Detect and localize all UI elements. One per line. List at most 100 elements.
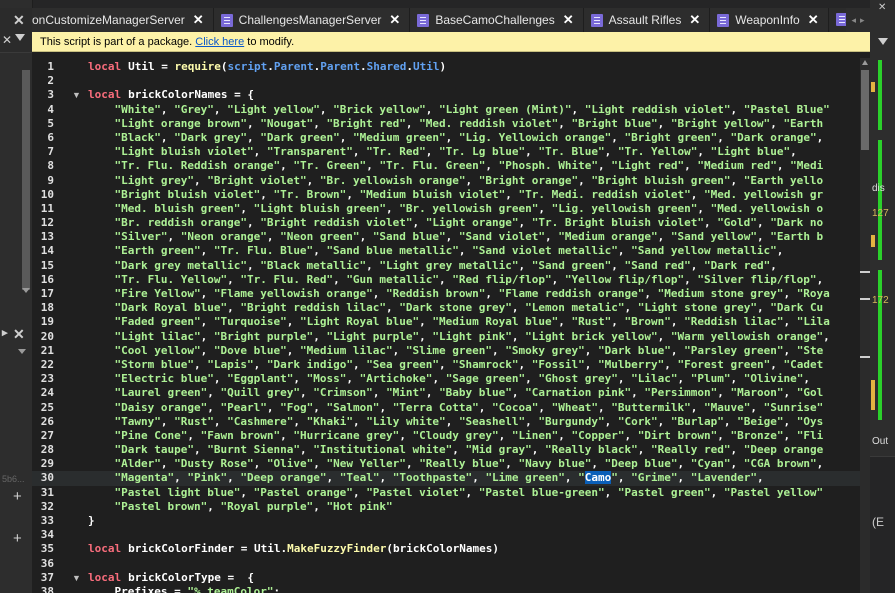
line-number: 2 bbox=[47, 74, 54, 88]
code-line[interactable]: 18 "Dark Royal blue", "Bright reddish li… bbox=[32, 301, 870, 315]
code-line[interactable]: 36 bbox=[32, 557, 870, 571]
code-line[interactable]: 4 "White", "Grey", "Light yellow", "Bric… bbox=[32, 103, 870, 117]
left-panel-close-icon-3[interactable]: ✕ bbox=[13, 326, 25, 343]
code-token: "Pastel yellow" bbox=[723, 485, 824, 499]
code-token: brickColorFinder = Util. bbox=[128, 542, 288, 556]
pin-icon[interactable]: ▸ bbox=[2, 326, 8, 339]
right-panel-close-icon[interactable]: ✕ bbox=[878, 2, 886, 13]
editor-tab[interactable]: ChallengesManagerServer ✕ bbox=[213, 8, 411, 32]
code-token: "Deep blue" bbox=[604, 457, 678, 471]
tab-label: WeaponInfo bbox=[735, 13, 800, 27]
tab-scroll-left-icon[interactable]: ◂ bbox=[851, 15, 856, 26]
tab-close-icon[interactable]: ✕ bbox=[563, 12, 574, 28]
modify-link[interactable]: Click here bbox=[195, 36, 244, 48]
code-line[interactable]: 27 "Pine Cone", "Fawn brown", "Hurricane… bbox=[32, 429, 870, 443]
code-token: , bbox=[710, 485, 724, 499]
scroll-down-icon[interactable] bbox=[22, 288, 30, 293]
code-line[interactable]: 28 "Dark taupe", "Burnt Sienna", "Instit… bbox=[32, 443, 870, 457]
code-text: "Earth green", "Tr. Flu. Blue", "Sand bl… bbox=[88, 244, 784, 258]
code-token: , bbox=[200, 343, 214, 357]
code-line[interactable]: 5 "Light orange brown", "Nougat", "Brigh… bbox=[32, 117, 870, 131]
fold-toggle-icon[interactable]: ▼ bbox=[72, 88, 81, 102]
code-line[interactable]: 17 "Fire Yellow", "Flame yellowish orang… bbox=[32, 287, 870, 301]
code-text: "Faded green", "Turquoise", "Light Royal… bbox=[88, 315, 830, 329]
code-token: , bbox=[545, 230, 559, 244]
code-line[interactable]: 32 "Pastel brown", "Royal purple", "Hot … bbox=[32, 500, 870, 514]
fold-toggle-icon[interactable]: ▼ bbox=[72, 571, 81, 585]
code-line[interactable]: 8 "Tr. Flu. Reddish orange", "Tr. Green"… bbox=[32, 159, 870, 173]
code-line[interactable]: 1 local Util = require(script.Parent.Paren… bbox=[32, 60, 870, 74]
code-token: , bbox=[485, 159, 499, 173]
code-line[interactable]: 23 "Electric blue", "Eggplant", "Moss", … bbox=[32, 372, 870, 386]
code-line[interactable]: 12 "Br. reddish orange", "Bright reddish… bbox=[32, 216, 870, 230]
code-line[interactable]: 21 "Cool yellow", "Dove blue", "Medium l… bbox=[32, 344, 870, 358]
left-panel-close-icon-2[interactable]: ✕ bbox=[2, 33, 12, 47]
code-token: "Earth green" bbox=[114, 244, 201, 258]
code-token: , bbox=[803, 372, 810, 386]
add-icon-2[interactable]: + bbox=[13, 530, 22, 547]
code-lines[interactable]: 1 local Util = require(script.Parent.Paren… bbox=[32, 60, 870, 593]
code-token: "Mid gray" bbox=[465, 443, 532, 457]
filter-icon[interactable] bbox=[15, 34, 25, 41]
code-line[interactable]: 16 "Tr. Flu. Yellow", "Tr. Flu. Red", "G… bbox=[32, 273, 870, 287]
code-line[interactable]: 11 "Med. bluish green", "Light bluish gr… bbox=[32, 202, 870, 216]
code-token: "Bright bluish green" bbox=[591, 173, 731, 187]
code-token: "Dark indigo" bbox=[266, 357, 353, 371]
tab-scroll-controls[interactable]: ◂ ▸ bbox=[846, 8, 870, 32]
code-line[interactable]: 10 "Bright bluish violet", "Tr. Brown", … bbox=[32, 188, 870, 202]
code-line[interactable]: 15 "Dark grey metallic", "Black metallic… bbox=[32, 259, 870, 273]
code-line[interactable]: 34 bbox=[32, 528, 870, 542]
code-token: "Light green (Mint)" bbox=[439, 102, 572, 116]
code-token: , bbox=[518, 357, 532, 371]
code-token: , bbox=[472, 471, 486, 485]
dropdown-chevron-icon[interactable] bbox=[18, 349, 26, 354]
code-token: "Parsley green" bbox=[684, 343, 784, 357]
scroll-up-icon[interactable] bbox=[862, 60, 868, 65]
code-line[interactable]: 30 "Magenta", "Pink", "Deep orange", "Te… bbox=[32, 471, 870, 486]
left-panel-close-icon[interactable]: ✕ bbox=[13, 12, 25, 29]
right-filter-icon[interactable] bbox=[878, 38, 888, 45]
code-line[interactable]: 29 "Alder", "Dusty Rose", "Olive", "New … bbox=[32, 457, 870, 471]
editor-tab[interactable]: onCustomizeManagerServer ✕ bbox=[32, 8, 214, 32]
tab-close-icon[interactable]: ✕ bbox=[689, 12, 700, 28]
code-token: , bbox=[564, 471, 579, 485]
code-line[interactable]: 24 "Laurel green", "Quill grey", "Crimso… bbox=[32, 386, 870, 400]
code-line[interactable]: 26 "Tawny", "Rust", "Cashmere", "Khaki",… bbox=[32, 415, 870, 429]
tab-close-icon[interactable]: ✕ bbox=[808, 12, 819, 28]
code-line[interactable]: 7 "Light bluish violet", "Transparent", … bbox=[32, 145, 870, 159]
add-icon[interactable]: + bbox=[13, 488, 22, 505]
code-line[interactable]: 31 "Pastel light blue", "Pastel orange",… bbox=[32, 486, 870, 500]
left-panel-scrollbar[interactable] bbox=[22, 70, 30, 290]
editor-tab[interactable]: Assault Rifles ✕ bbox=[583, 8, 711, 32]
tab-scroll-right-icon[interactable]: ▸ bbox=[860, 15, 865, 26]
editor-tab[interactable]: BaseCamoChallenges ✕ bbox=[410, 8, 584, 32]
code-line[interactable]: 25 "Daisy orange", "Pearl", "Fog", "Salm… bbox=[32, 401, 870, 415]
code-token: ; bbox=[273, 584, 281, 593]
code-line[interactable]: 3 ▼ local brickColorNames = { bbox=[32, 88, 870, 102]
code-token: "Neon orange" bbox=[180, 230, 267, 244]
code-line[interactable]: 9 "Light grey", "Bright violet", "Br. ye… bbox=[32, 174, 870, 188]
output-tab-label[interactable]: Out bbox=[872, 436, 888, 447]
code-line[interactable]: 35 local brickColorFinder = Util.MakeFuzzy… bbox=[32, 542, 870, 556]
scrollbar-thumb[interactable] bbox=[861, 70, 869, 150]
code-line[interactable]: 19 "Faded green", "Turquoise", "Light Ro… bbox=[32, 315, 870, 329]
code-line[interactable]: 2 bbox=[32, 74, 870, 88]
tab-close-icon[interactable]: ✕ bbox=[193, 12, 204, 28]
code-token: , bbox=[657, 116, 671, 130]
code-line[interactable]: 13 "Silver", "Neon orange", "Neon green"… bbox=[32, 230, 870, 244]
code-line[interactable]: 20 "Light lilac", "Bright purple", "Ligh… bbox=[32, 330, 870, 344]
code-line[interactable]: 22 "Storm blue", "Lapis", "Dark indigo",… bbox=[32, 358, 870, 372]
code-editor[interactable]: 1 local Util = require(script.Parent.Paren… bbox=[32, 52, 870, 593]
code-line[interactable]: 6 "Black", "Dark grey", "Dark green", "M… bbox=[32, 131, 870, 145]
editor-tab[interactable]: WeaponInfo ✕ bbox=[710, 8, 829, 32]
tab-close-icon[interactable]: ✕ bbox=[389, 12, 400, 28]
code-line[interactable]: 37 ▼ local brickColorType = { bbox=[32, 571, 870, 585]
code-line[interactable]: 33} bbox=[32, 514, 870, 528]
code-text: "Light orange brown", "Nougat", "Bright … bbox=[88, 116, 824, 131]
code-token: "Navy blue" bbox=[518, 457, 592, 471]
editor-vertical-scrollbar[interactable] bbox=[860, 58, 870, 593]
output-panel: (E bbox=[870, 456, 895, 593]
code-line[interactable]: 14 "Earth green", "Tr. Flu. Blue", "Sand… bbox=[32, 244, 870, 258]
code-line[interactable]: 38 Prefixes = "% teamColor"; bbox=[32, 585, 870, 593]
